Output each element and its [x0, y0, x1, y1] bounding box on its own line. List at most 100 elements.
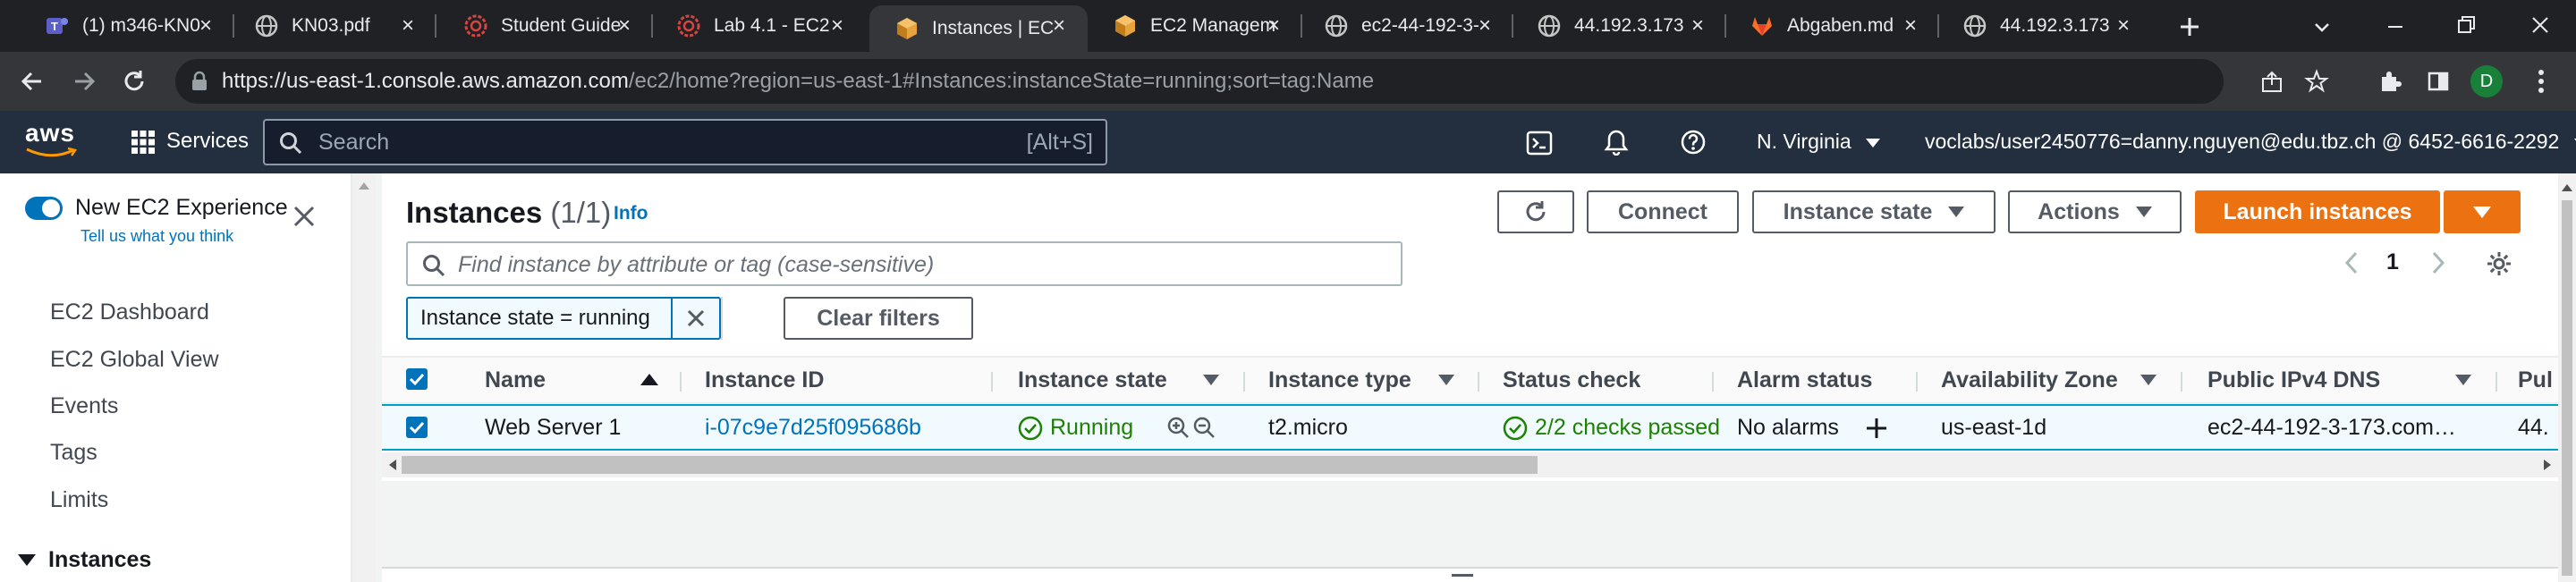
side-panel-icon[interactable]: [2426, 69, 2451, 94]
account-menu[interactable]: voclabs/user2450776=danny.nguyen@edu.tbz…: [1925, 130, 2576, 154]
close-icon[interactable]: ×: [1048, 15, 1070, 37]
launch-dropdown-button[interactable]: [2444, 190, 2521, 233]
sort-ascending-icon[interactable]: [640, 374, 658, 385]
browser-tab[interactable]: Lab 4.1 - EC2 ×: [651, 5, 866, 46]
close-icon[interactable]: ×: [826, 15, 848, 37]
browser-tab[interactable]: EC2 Managem ×: [1088, 5, 1302, 46]
scroll-up-icon[interactable]: [359, 182, 369, 190]
window-close-icon[interactable]: [2528, 13, 2553, 38]
close-icon[interactable]: ×: [2113, 15, 2134, 37]
close-icon[interactable]: ×: [1900, 15, 1921, 37]
browser-tab[interactable]: ec2-44-192-3- ×: [1299, 5, 1513, 46]
column-header-availability-zone[interactable]: Availability Zone: [1941, 367, 2118, 393]
new-tab-icon[interactable]: [2174, 11, 2206, 43]
address-bar[interactable]: https://us-east-1.console.aws.amazon.com…: [175, 59, 2329, 104]
launch-instances-button[interactable]: Launch instances: [2195, 190, 2440, 233]
instance-filter-input[interactable]: Find instance by attribute or tag (case-…: [406, 241, 1402, 286]
close-icon[interactable]: ×: [195, 15, 216, 37]
caret-down-icon[interactable]: [18, 554, 36, 566]
column-header-instance-type[interactable]: Instance type: [1268, 367, 1411, 393]
lock-icon[interactable]: [190, 71, 209, 92]
browser-tab[interactable]: Student Guide ×: [438, 5, 653, 46]
next-page-icon[interactable]: [2428, 249, 2448, 276]
browser-tab[interactable]: KN03.pdf ×: [229, 5, 436, 46]
filter-caret-icon[interactable]: [1438, 375, 1454, 385]
sidebar-item-ec2-dashboard[interactable]: EC2 Dashboard: [50, 299, 209, 325]
browser-tab-active[interactable]: Instances | EC ×: [869, 5, 1088, 52]
region-selector[interactable]: N. Virginia: [1757, 130, 1881, 154]
browser-tab[interactable]: T (1) m346-KN0 ×: [20, 5, 234, 46]
scrollbar-thumb[interactable]: [2562, 200, 2572, 576]
minimize-icon[interactable]: [2383, 14, 2408, 39]
browser-menu-icon[interactable]: [2537, 68, 2546, 95]
browser-tab[interactable]: 44.192.3.173 ×: [1512, 5, 1726, 46]
connect-button[interactable]: Connect: [1587, 190, 1739, 233]
reload-icon[interactable]: [120, 67, 148, 96]
row-checkbox[interactable]: [406, 417, 428, 438]
extensions-icon[interactable]: [2377, 69, 2402, 94]
remove-filter-button[interactable]: [671, 297, 721, 340]
scroll-up-icon[interactable]: [2562, 184, 2572, 191]
services-grid-icon[interactable]: [131, 130, 156, 155]
add-alarm-plus-icon[interactable]: [1864, 416, 1889, 441]
settings-gear-icon[interactable]: [2485, 249, 2513, 278]
cloudshell-icon[interactable]: [1526, 130, 1553, 156]
aws-search-box[interactable]: Search [Alt+S]: [263, 119, 1107, 165]
info-link[interactable]: Info: [614, 203, 648, 224]
filter-caret-icon[interactable]: [2455, 375, 2471, 385]
browser-tab[interactable]: 44.192.3.173 ×: [1937, 5, 2152, 46]
scroll-right-icon[interactable]: [2544, 460, 2551, 470]
tab-search-chevron-icon[interactable]: [2309, 14, 2334, 39]
close-icon[interactable]: ×: [1474, 15, 1496, 37]
instance-state-button[interactable]: Instance state: [1752, 190, 1996, 233]
column-header-alarm-status[interactable]: Alarm status: [1737, 367, 1872, 393]
aws-logo[interactable]: aws: [25, 120, 77, 159]
scroll-left-icon[interactable]: [389, 460, 396, 470]
sidebar-item-ec2-global-view[interactable]: EC2 Global View: [50, 347, 219, 373]
close-icon[interactable]: ×: [1687, 15, 1708, 37]
column-header-status-check[interactable]: Status check: [1503, 367, 1640, 393]
profile-avatar[interactable]: D: [2470, 65, 2503, 97]
cell-instance-id-link[interactable]: i-07c9e7d25f095686b: [705, 415, 921, 441]
cell-public-dns[interactable]: ec2-44-192-3-173.com…: [2207, 415, 2467, 441]
browser-tab[interactable]: Abgaben.md ×: [1724, 5, 1939, 46]
close-icon[interactable]: ×: [397, 15, 419, 37]
forward-icon[interactable]: [70, 67, 98, 96]
sidebar-item-events[interactable]: Events: [50, 393, 118, 419]
share-icon[interactable]: [2259, 70, 2284, 95]
clear-filters-button[interactable]: Clear filters: [784, 297, 973, 340]
select-all-checkbox[interactable]: [406, 368, 428, 390]
restore-icon[interactable]: [2454, 13, 2479, 38]
services-menu[interactable]: Services: [166, 129, 249, 154]
sidebar-section-instances[interactable]: Instances: [48, 547, 151, 573]
column-header-instance-id[interactable]: Instance ID: [705, 367, 824, 393]
zoom-out-icon[interactable]: [1192, 416, 1216, 439]
cell-status-check[interactable]: 2/2 checks passed: [1535, 415, 1720, 441]
back-icon[interactable]: [18, 67, 47, 96]
help-icon[interactable]: [1680, 129, 1707, 156]
zoom-in-icon[interactable]: [1166, 416, 1190, 439]
split-panel-divider[interactable]: [382, 567, 2558, 582]
actions-button[interactable]: Actions: [2008, 190, 2182, 233]
page-vertical-scrollbar[interactable]: [2558, 173, 2576, 582]
filter-caret-icon[interactable]: [1203, 375, 1219, 385]
notifications-bell-icon[interactable]: [1603, 129, 1630, 156]
column-header-public-dns[interactable]: Public IPv4 DNS: [2207, 367, 2380, 393]
filter-caret-icon[interactable]: [2140, 375, 2157, 385]
close-icon[interactable]: [292, 204, 317, 229]
refresh-button[interactable]: [1497, 190, 1574, 233]
column-header-name[interactable]: Name: [485, 367, 546, 393]
close-icon[interactable]: ×: [1263, 15, 1284, 37]
sidebar-item-limits[interactable]: Limits: [50, 487, 108, 513]
feedback-link[interactable]: Tell us what you think: [80, 227, 233, 246]
close-icon[interactable]: ×: [614, 15, 635, 37]
bookmark-star-icon[interactable]: [2304, 69, 2329, 94]
cell-public-ip[interactable]: 44.: [2518, 415, 2549, 441]
cell-name[interactable]: Web Server 1: [485, 415, 621, 441]
sidebar-item-tags[interactable]: Tags: [50, 440, 97, 466]
previous-page-icon[interactable]: [2342, 249, 2361, 276]
drag-handle-icon[interactable]: [1452, 574, 1473, 577]
column-header-public-ip[interactable]: Pul: [2518, 367, 2553, 393]
column-header-instance-state[interactable]: Instance state: [1018, 367, 1167, 393]
table-horizontal-scrollbar[interactable]: [382, 452, 2558, 477]
